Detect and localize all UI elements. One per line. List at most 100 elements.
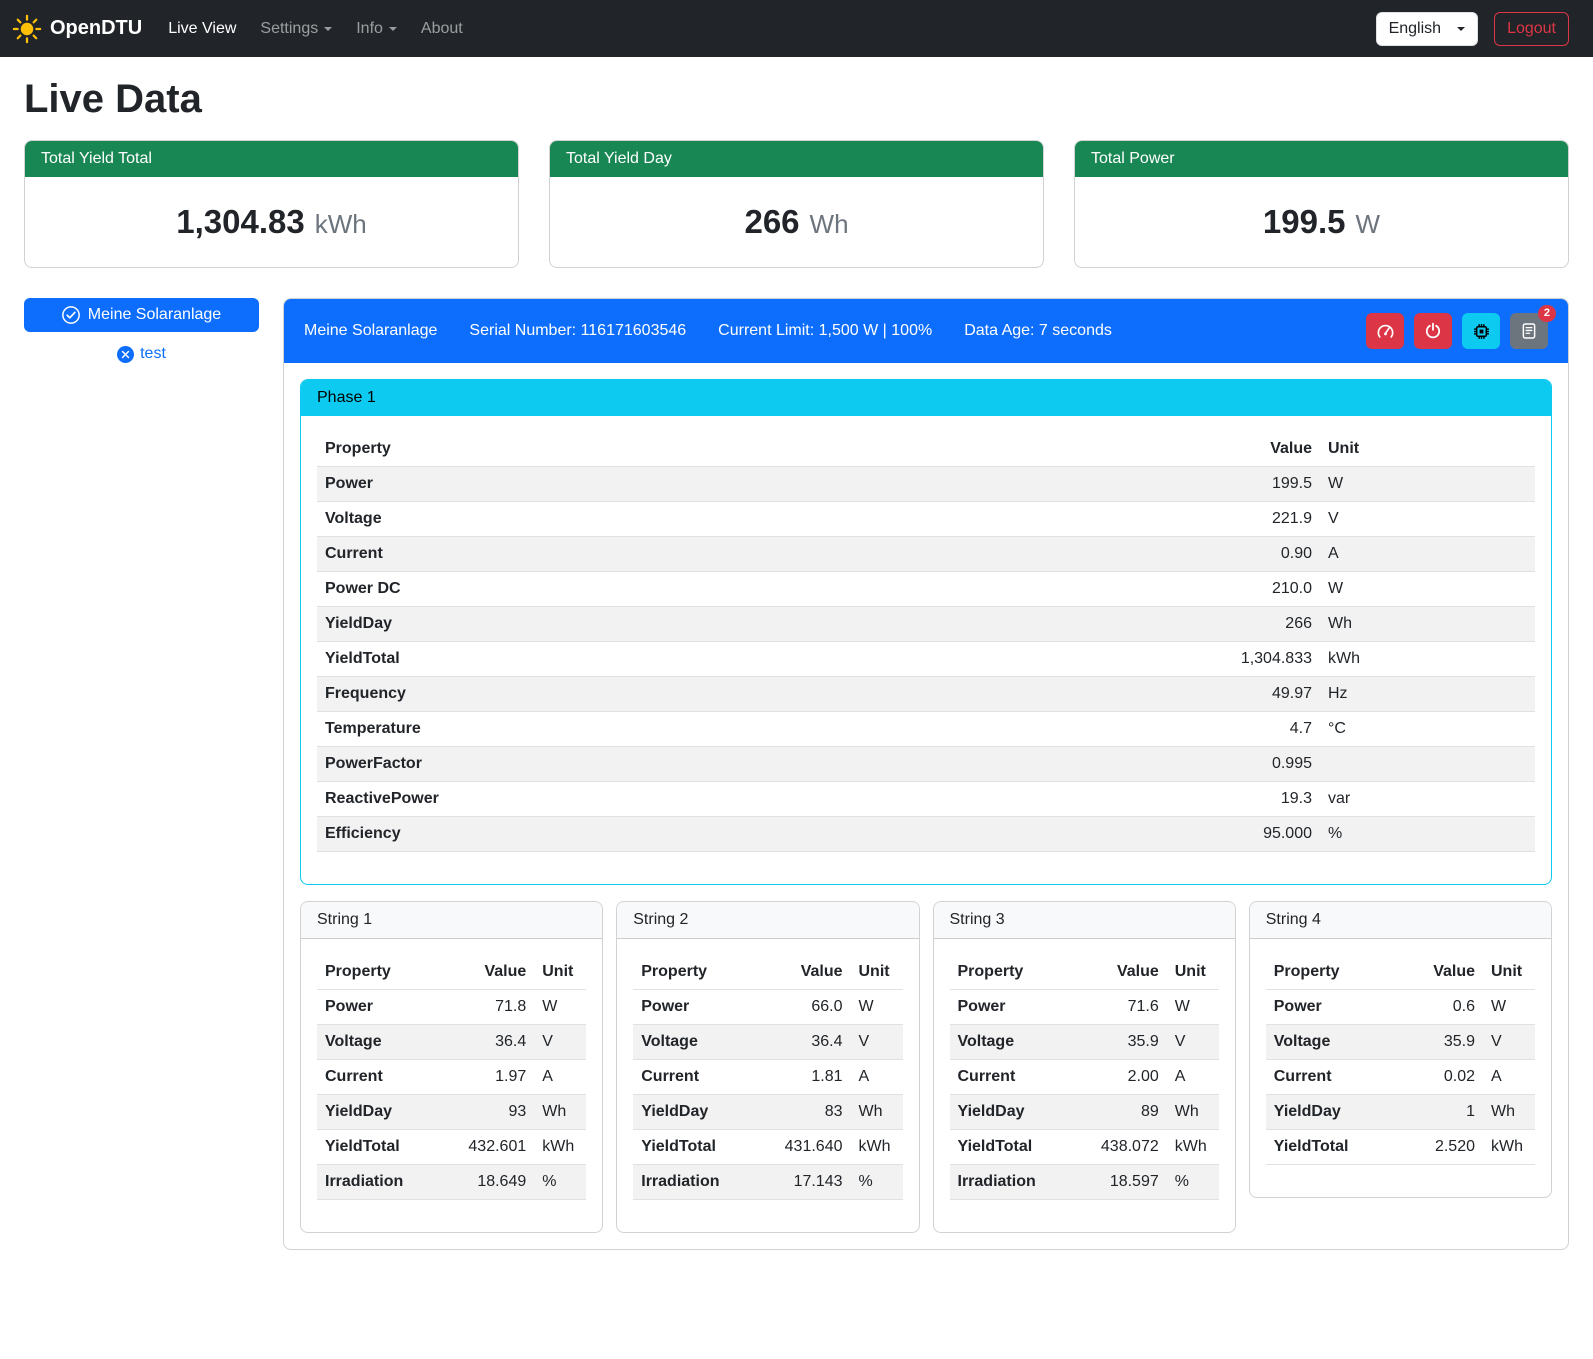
sidebar-item-test[interactable]: test <box>111 344 172 364</box>
value-cell: 0.90 <box>1200 537 1320 572</box>
value-cell: 19.3 <box>1200 782 1320 817</box>
value-cell: 1 <box>1403 1095 1483 1130</box>
value-cell: 1.97 <box>454 1060 534 1095</box>
caret-down-icon <box>1457 27 1465 31</box>
value-cell: 221.9 <box>1200 502 1320 537</box>
radio-info-button[interactable] <box>1462 313 1500 349</box>
limit-settings-button[interactable] <box>1366 313 1404 349</box>
brand-name: OpenDTU <box>50 17 142 40</box>
string-4-panel: String 4 Property Value Unit <box>1249 901 1552 1198</box>
table-row: Power71.6W <box>950 990 1219 1025</box>
value-cell: 199.5 <box>1200 467 1320 502</box>
strings-row: String 1 Property Value Unit <box>300 901 1552 1233</box>
string-title: String 1 <box>301 902 602 939</box>
value-cell: 0.6 <box>1403 990 1483 1025</box>
table-row: YieldDay89Wh <box>950 1095 1219 1130</box>
value-cell: 18.649 <box>454 1165 534 1200</box>
value-cell: 35.9 <box>1403 1025 1483 1060</box>
nav-live-view[interactable]: Live View <box>156 12 248 46</box>
table-row: Frequency49.97Hz <box>317 677 1535 712</box>
logout-button[interactable]: Logout <box>1494 12 1569 46</box>
string-1-table: Property Value Unit Power71.8WVoltage36.… <box>317 955 586 1200</box>
value-cell: 266 <box>1200 607 1320 642</box>
value-header: Value <box>1200 432 1320 467</box>
string-3-panel: String 3 Property Value Unit <box>933 901 1236 1233</box>
property-cell: Voltage <box>950 1025 1087 1060</box>
property-cell: YieldTotal <box>317 642 1200 677</box>
card-value: 199.5 <box>1263 203 1346 241</box>
property-header: Property <box>317 432 1200 467</box>
unit-cell: W <box>851 990 903 1025</box>
unit-cell: kWh <box>1320 642 1535 677</box>
unit-cell: kWh <box>851 1130 903 1165</box>
speedometer-icon <box>1376 322 1395 341</box>
sidebar-item-meine-solaranlage[interactable]: Meine Solaranlage <box>24 298 259 332</box>
navbar-right: English Logout <box>1376 12 1569 46</box>
unit-cell: kWh <box>1483 1130 1535 1165</box>
phase-table: Property Value Unit Power199.5WVoltage22… <box>317 432 1535 852</box>
property-cell: Irradiation <box>633 1165 770 1200</box>
caret-down-icon <box>324 27 332 31</box>
unit-cell <box>1320 747 1535 782</box>
unit-cell: var <box>1320 782 1535 817</box>
table-row: Power71.8W <box>317 990 586 1025</box>
property-cell: Efficiency <box>317 817 1200 852</box>
table-row: Power DC210.0W <box>317 572 1535 607</box>
property-cell: YieldTotal <box>633 1130 770 1165</box>
unit-cell: A <box>1167 1060 1219 1095</box>
value-cell: 1.81 <box>771 1060 851 1095</box>
property-cell: Power <box>1266 990 1403 1025</box>
page-title: Live Data <box>24 77 1569 122</box>
inverter-panel: Meine Solaranlage Serial Number: 1161716… <box>283 298 1569 1250</box>
value-cell: 71.6 <box>1087 990 1167 1025</box>
table-row: ReactivePower19.3var <box>317 782 1535 817</box>
table-row: Current1.81A <box>633 1060 902 1095</box>
unit-cell: % <box>534 1165 586 1200</box>
inverter-data-age: Data Age: 7 seconds <box>964 322 1112 340</box>
table-row: Efficiency95.000% <box>317 817 1535 852</box>
table-row: Voltage35.9V <box>950 1025 1219 1060</box>
power-settings-button[interactable] <box>1414 313 1452 349</box>
value-cell: 17.143 <box>771 1165 851 1200</box>
unit-cell: Wh <box>534 1095 586 1130</box>
value-cell: 71.8 <box>454 990 534 1025</box>
table-row: Current2.00A <box>950 1060 1219 1095</box>
event-log-button[interactable]: 2 <box>1510 313 1548 349</box>
brand[interactable]: OpenDTU <box>12 14 142 44</box>
table-row: Power0.6W <box>1266 990 1535 1025</box>
nav-settings-label: Settings <box>260 20 318 38</box>
unit-cell: A <box>1320 537 1535 572</box>
string-1-panel: String 1 Property Value Unit <box>300 901 603 1233</box>
property-cell: Power <box>317 990 454 1025</box>
x-circle-icon <box>117 346 134 363</box>
card-title: Total Yield Total <box>25 141 518 177</box>
cpu-chip-icon <box>1472 322 1491 341</box>
nav-about[interactable]: About <box>409 12 475 46</box>
nav-links: Live View Settings Info About <box>156 12 475 46</box>
unit-cell: W <box>1167 990 1219 1025</box>
unit-cell: A <box>851 1060 903 1095</box>
value-header: Value <box>771 955 851 990</box>
table-row: Temperature4.7°C <box>317 712 1535 747</box>
value-cell: 66.0 <box>771 990 851 1025</box>
nav-info[interactable]: Info <box>344 12 409 46</box>
unit-cell: °C <box>1320 712 1535 747</box>
language-select[interactable]: English <box>1376 12 1478 46</box>
property-cell: Power <box>317 467 1200 502</box>
string-4-table: Property Value Unit Power0.6WVoltage35.9… <box>1266 955 1535 1165</box>
string-3-table: Property Value Unit Power71.6WVoltage35.… <box>950 955 1219 1200</box>
unit-cell: A <box>1483 1060 1535 1095</box>
unit-cell: V <box>851 1025 903 1060</box>
table-row: Power199.5W <box>317 467 1535 502</box>
nav-settings[interactable]: Settings <box>248 12 344 46</box>
value-cell: 83 <box>771 1095 851 1130</box>
check-circle-icon <box>62 306 80 324</box>
table-row: Current0.90A <box>317 537 1535 572</box>
unit-cell: Wh <box>1483 1095 1535 1130</box>
card-total-power: Total Power 199.5 W <box>1074 140 1569 268</box>
property-cell: Current <box>317 1060 454 1095</box>
value-header: Value <box>1087 955 1167 990</box>
table-row: Irradiation17.143% <box>633 1165 902 1200</box>
table-row: PowerFactor0.995 <box>317 747 1535 782</box>
string-2-table: Property Value Unit Power66.0WVoltage36.… <box>633 955 902 1200</box>
